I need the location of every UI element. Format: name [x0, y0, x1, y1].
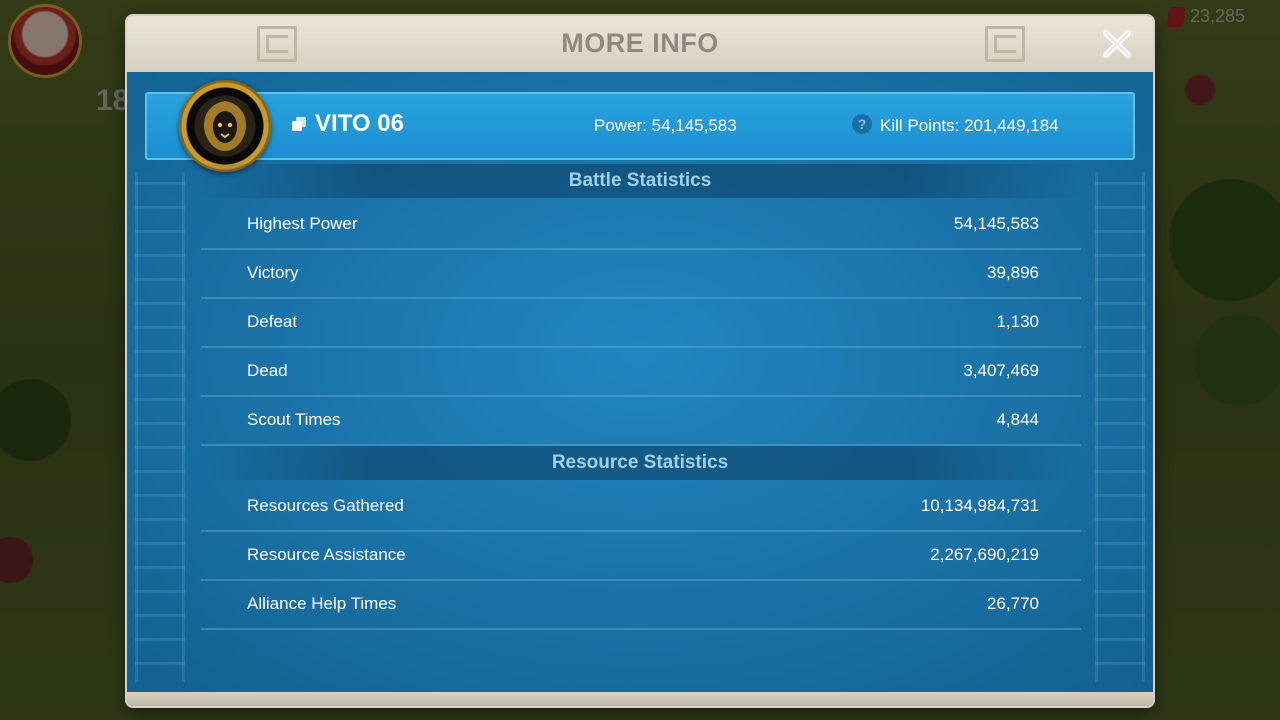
- dialog-title: MORE INFO: [561, 28, 719, 58]
- stat-row-scout-times: Scout Times 4,844: [201, 396, 1081, 446]
- stat-value: 54,145,583: [953, 214, 1039, 233]
- stat-label: Resource Assistance: [247, 545, 406, 564]
- more-info-dialog: MORE INFO VITO 06 Power: 54,145,583 ? Ki…: [127, 16, 1153, 706]
- stat-row-dead: Dead 3,407,469: [201, 347, 1081, 397]
- stat-row-resources-gathered: Resources Gathered 10,134,984,731: [201, 482, 1081, 532]
- stat-row-resource-assistance: Resource Assistance 2,267,690,219: [201, 531, 1081, 581]
- stat-value: 10,134,984,731: [920, 496, 1039, 515]
- stat-label: Resources Gathered: [247, 496, 404, 515]
- player-kill-points: Kill Points: 201,449,184: [880, 116, 1059, 135]
- resource-statistics-heading: Resource Statistics: [197, 446, 1083, 480]
- stat-row-victory: Victory 39,896: [201, 249, 1081, 299]
- player-name: VITO 06: [315, 110, 404, 137]
- stat-label: Dead: [247, 361, 288, 380]
- stat-value: 3,407,469: [963, 361, 1039, 380]
- stat-label: Alliance Help Times: [247, 594, 397, 613]
- stat-row-alliance-help-times: Alliance Help Times 26,770: [201, 580, 1081, 630]
- stat-value: 39,896: [987, 263, 1039, 282]
- battle-statistics-heading: Battle Statistics: [197, 164, 1083, 198]
- help-icon[interactable]: ?: [852, 114, 872, 134]
- dialog-bottom-trim: [127, 692, 1153, 706]
- stat-label: Scout Times: [247, 410, 341, 429]
- close-icon: [1103, 30, 1131, 58]
- stat-label: Defeat: [247, 312, 298, 331]
- stat-row-highest-power: Highest Power 54,145,583: [201, 200, 1081, 250]
- stat-value: 26,770: [987, 594, 1039, 613]
- stat-value: 1,130: [996, 312, 1039, 331]
- player-power: Power: 54,145,583: [594, 116, 737, 135]
- close-button[interactable]: [1095, 22, 1139, 66]
- dialog-header: MORE INFO: [127, 16, 1153, 75]
- stat-value: 4,844: [996, 410, 1039, 429]
- stat-row-defeat: Defeat 1,130: [201, 298, 1081, 348]
- key-pattern-border-right: [1095, 172, 1145, 682]
- copy-icon[interactable]: [291, 116, 307, 132]
- key-pattern-border-left: [135, 172, 185, 682]
- stat-label: Highest Power: [247, 214, 358, 233]
- lion-avatar-icon: [204, 101, 246, 151]
- stat-value: 2,267,690,219: [930, 545, 1039, 564]
- player-avatar[interactable]: [179, 80, 271, 172]
- stat-label: Victory: [247, 263, 299, 282]
